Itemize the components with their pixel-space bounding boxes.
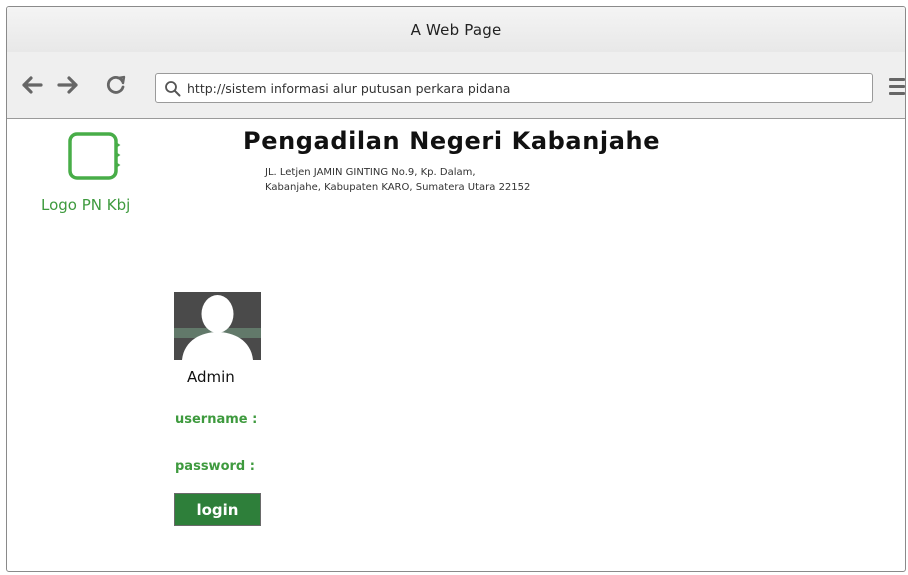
address-line-2: Kabanjahe, Kabupaten KARO, Sumatera Utar… xyxy=(265,182,531,193)
role-label: Admin xyxy=(187,368,235,386)
address-bar[interactable]: http://sistem informasi alur putusan per… xyxy=(155,73,873,103)
window-title: A Web Page xyxy=(410,20,502,39)
avatar xyxy=(174,292,261,360)
logo-label: Logo PN Kbj xyxy=(41,196,131,214)
url-text: http://sistem informasi alur putusan per… xyxy=(187,80,511,96)
page-content: Logo PN Kbj Pengadilan Negeri Kabanjahe … xyxy=(7,119,905,571)
search-icon xyxy=(164,80,181,97)
logo-icon xyxy=(67,131,121,181)
title-bar: A Web Page xyxy=(7,7,905,53)
browser-window: A Web Page http://sistem informasi alur … xyxy=(6,6,906,572)
hamburger-menu-icon[interactable] xyxy=(887,74,905,100)
reload-icon[interactable] xyxy=(103,72,129,98)
login-button[interactable]: login xyxy=(174,493,261,526)
username-field[interactable]: username : xyxy=(175,412,257,427)
browser-toolbar: http://sistem informasi alur putusan per… xyxy=(7,52,905,119)
password-field[interactable]: password : xyxy=(175,459,255,474)
forward-arrow-icon[interactable] xyxy=(55,72,81,98)
page-title: Pengadilan Negeri Kabanjahe xyxy=(243,127,661,155)
address-line-1: JL. Letjen JAMIN GINTING No.9, Kp. Dalam… xyxy=(265,167,476,178)
court-address: JL. Letjen JAMIN GINTING No.9, Kp. Dalam… xyxy=(265,165,530,195)
back-arrow-icon[interactable] xyxy=(19,72,45,98)
